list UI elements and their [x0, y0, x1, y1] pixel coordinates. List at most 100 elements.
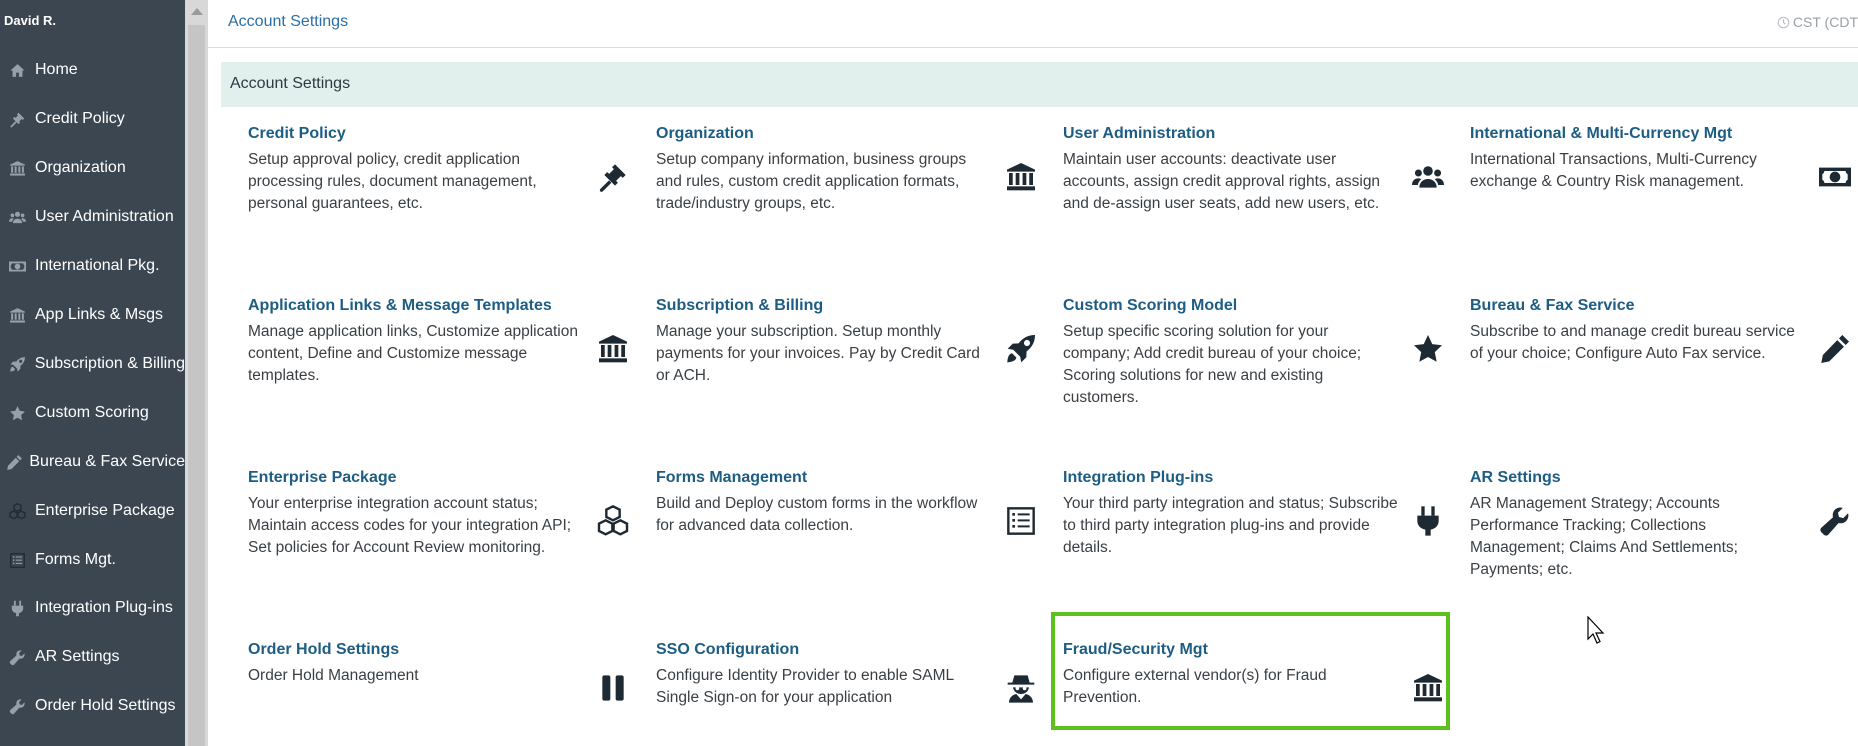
- card-description: Subscribe to and manage credit bureau se…: [1470, 323, 1795, 362]
- section-header: Account Settings: [221, 62, 1858, 107]
- sidebar-item-order-hold-settings[interactable]: Order Hold Settings: [0, 686, 185, 726]
- settings-card-forms-management[interactable]: Forms Management Build and Deploy custom …: [656, 469, 1052, 599]
- spy-icon: [1001, 668, 1041, 708]
- sidebar-item-label: Organization: [35, 159, 126, 176]
- card-title[interactable]: Bureau & Fax Service: [1470, 297, 1635, 315]
- settings-card-international-multi-currency-mgt[interactable]: International & Multi-Currency Mgt Intern…: [1470, 125, 1858, 255]
- user-name: David R.: [4, 13, 57, 28]
- wrench-icon: [0, 698, 35, 715]
- card-title[interactable]: Application Links & Message Templates: [248, 297, 552, 315]
- users-icon: [1408, 157, 1448, 197]
- gavel-icon: [593, 157, 633, 197]
- card-description: Configure Identity Provider to enable SA…: [656, 667, 954, 706]
- sidebar-item-app-links-msgs[interactable]: App Links & Msgs: [0, 295, 185, 335]
- rocket-icon: [0, 356, 35, 373]
- sidebar-item-label: Bureau & Fax Service: [29, 453, 185, 470]
- sidebar-item-label: Enterprise Package: [35, 502, 175, 519]
- bank-icon: [0, 160, 35, 177]
- sidebar-item-label: International Pkg.: [35, 257, 160, 274]
- sidebar-item-label: Subscription & Billing: [34, 355, 185, 372]
- wrench-icon: [1815, 501, 1855, 541]
- settings-card-custom-scoring-model[interactable]: Custom Scoring Model Setup specific scori…: [1063, 297, 1459, 427]
- sidebar-item-home[interactable]: Home: [0, 50, 185, 90]
- card-description: Setup specific scoring solution for your…: [1063, 323, 1362, 406]
- card-title[interactable]: Enterprise Package: [248, 469, 397, 487]
- bank-icon: [1001, 157, 1041, 197]
- card-title[interactable]: Order Hold Settings: [248, 641, 399, 659]
- pause-icon: [593, 668, 633, 708]
- card-description: Your third party integration and status;…: [1063, 495, 1398, 556]
- card-title[interactable]: Organization: [656, 125, 754, 143]
- card-title[interactable]: International & Multi-Currency Mgt: [1470, 125, 1732, 143]
- card-description: International Transactions, Multi-Curren…: [1470, 151, 1757, 190]
- bank-icon: [593, 329, 633, 369]
- pencil-icon: [1815, 329, 1855, 369]
- sidebar-item-credit-policy[interactable]: Credit Policy: [0, 99, 185, 139]
- settings-card-bureau-fax-service[interactable]: Bureau & Fax Service Subscribe to and man…: [1470, 297, 1858, 427]
- card-title[interactable]: Fraud/Security Mgt: [1063, 641, 1208, 659]
- cubes-icon: [0, 502, 35, 520]
- sidebar-item-label: App Links & Msgs: [35, 306, 164, 323]
- star-icon: [1408, 329, 1448, 369]
- settings-card-subscription-billing[interactable]: Subscription & Billing Manage your subscr…: [656, 297, 1052, 427]
- settings-card-application-links-message-templates[interactable]: Application Links & Message Templates Man…: [248, 297, 644, 427]
- settings-card-user-administration[interactable]: User Administration Maintain user account…: [1063, 125, 1459, 255]
- card-description: Your enterprise integration account stat…: [248, 495, 572, 556]
- home-icon: [0, 62, 35, 79]
- card-description: Build and Deploy custom forms in the wor…: [656, 495, 978, 534]
- card-description: Setup company information, business grou…: [656, 151, 967, 212]
- sidebar-item-forms-mgt[interactable]: Forms Mgt.: [0, 540, 185, 580]
- bank-icon: [1408, 668, 1448, 708]
- mouse-cursor-icon: [1587, 616, 1605, 644]
- money-icon: [0, 258, 35, 275]
- sidebar-item-label: Credit Policy: [35, 110, 125, 127]
- card-description: Manage your subscription. Setup monthly …: [656, 323, 980, 384]
- card-title[interactable]: Credit Policy: [248, 125, 346, 143]
- sidebar-item-organization[interactable]: Organization: [0, 148, 185, 188]
- sidebar-item-label: AR Settings: [35, 648, 120, 665]
- settings-card-fraud-security-mgt[interactable]: Fraud/Security Mgt Configure external ven…: [1063, 641, 1459, 746]
- settings-card-organization[interactable]: Organization Setup company information, b…: [656, 125, 1052, 255]
- app-window: David R. Home Credit Policy Organization Us…: [0, 0, 1858, 746]
- card-description: AR Management Strategy; Accounts Perform…: [1470, 495, 1738, 578]
- card-description: Maintain user accounts: deactivate user …: [1063, 151, 1381, 212]
- card-title[interactable]: Forms Management: [656, 469, 807, 487]
- sidebar-item-enterprise-package[interactable]: Enterprise Package: [0, 491, 185, 531]
- card-description: Setup approval policy, credit applicatio…: [248, 151, 537, 212]
- sidebar-item-integration-plug-ins[interactable]: Integration Plug-ins: [0, 588, 185, 628]
- settings-card-order-hold-settings[interactable]: Order Hold Settings Order Hold Management: [248, 641, 644, 746]
- timezone-display: CST (CDT: [1777, 14, 1858, 30]
- scroll-up-arrow-icon[interactable]: [191, 8, 203, 15]
- settings-card-enterprise-package[interactable]: Enterprise Package Your enterprise integr…: [248, 469, 644, 599]
- settings-card-sso-configuration[interactable]: SSO Configuration Configure Identity Prov…: [656, 641, 1052, 746]
- card-title[interactable]: Custom Scoring Model: [1063, 297, 1237, 315]
- scrollbar[interactable]: [185, 0, 208, 746]
- card-title[interactable]: Subscription & Billing: [656, 297, 823, 315]
- sidebar-item-bureau-fax-service[interactable]: Bureau & Fax Service: [0, 442, 185, 482]
- money-icon: [1815, 157, 1855, 197]
- card-description: Order Hold Management: [248, 667, 419, 684]
- sidebar-item-custom-scoring[interactable]: Custom Scoring: [0, 393, 185, 433]
- breadcrumb[interactable]: Account Settings: [228, 13, 348, 31]
- card-title[interactable]: SSO Configuration: [656, 641, 799, 659]
- card-title[interactable]: Integration Plug-ins: [1063, 469, 1213, 487]
- pencil-icon: [0, 454, 29, 471]
- sidebar-item-ar-settings[interactable]: AR Settings: [0, 637, 185, 677]
- sidebar-item-international-pkg[interactable]: International Pkg.: [0, 246, 185, 286]
- star-icon: [0, 405, 35, 422]
- clock-icon: [1777, 16, 1790, 28]
- sidebar-item-user-administration[interactable]: User Administration: [0, 197, 185, 237]
- settings-card-ar-settings[interactable]: AR Settings AR Management Strategy; Accou…: [1470, 469, 1858, 599]
- card-description: Manage application links, Customize appl…: [248, 323, 578, 384]
- sidebar-item-subscription-billing[interactable]: Subscription & Billing: [0, 344, 185, 384]
- scrollbar-thumb[interactable]: [188, 25, 205, 746]
- form-icon: [0, 552, 35, 569]
- settings-card-integration-plug-ins[interactable]: Integration Plug-ins Your third party int…: [1063, 469, 1459, 599]
- card-description: Configure external vendor(s) for Fraud P…: [1063, 667, 1327, 706]
- card-title[interactable]: AR Settings: [1470, 469, 1561, 487]
- section-title: Account Settings: [230, 75, 351, 92]
- settings-card-credit-policy[interactable]: Credit Policy Setup approval policy, cred…: [248, 125, 644, 255]
- cubes-icon: [593, 501, 633, 541]
- sidebar-item-label: Custom Scoring: [35, 404, 149, 421]
- card-title[interactable]: User Administration: [1063, 125, 1215, 143]
